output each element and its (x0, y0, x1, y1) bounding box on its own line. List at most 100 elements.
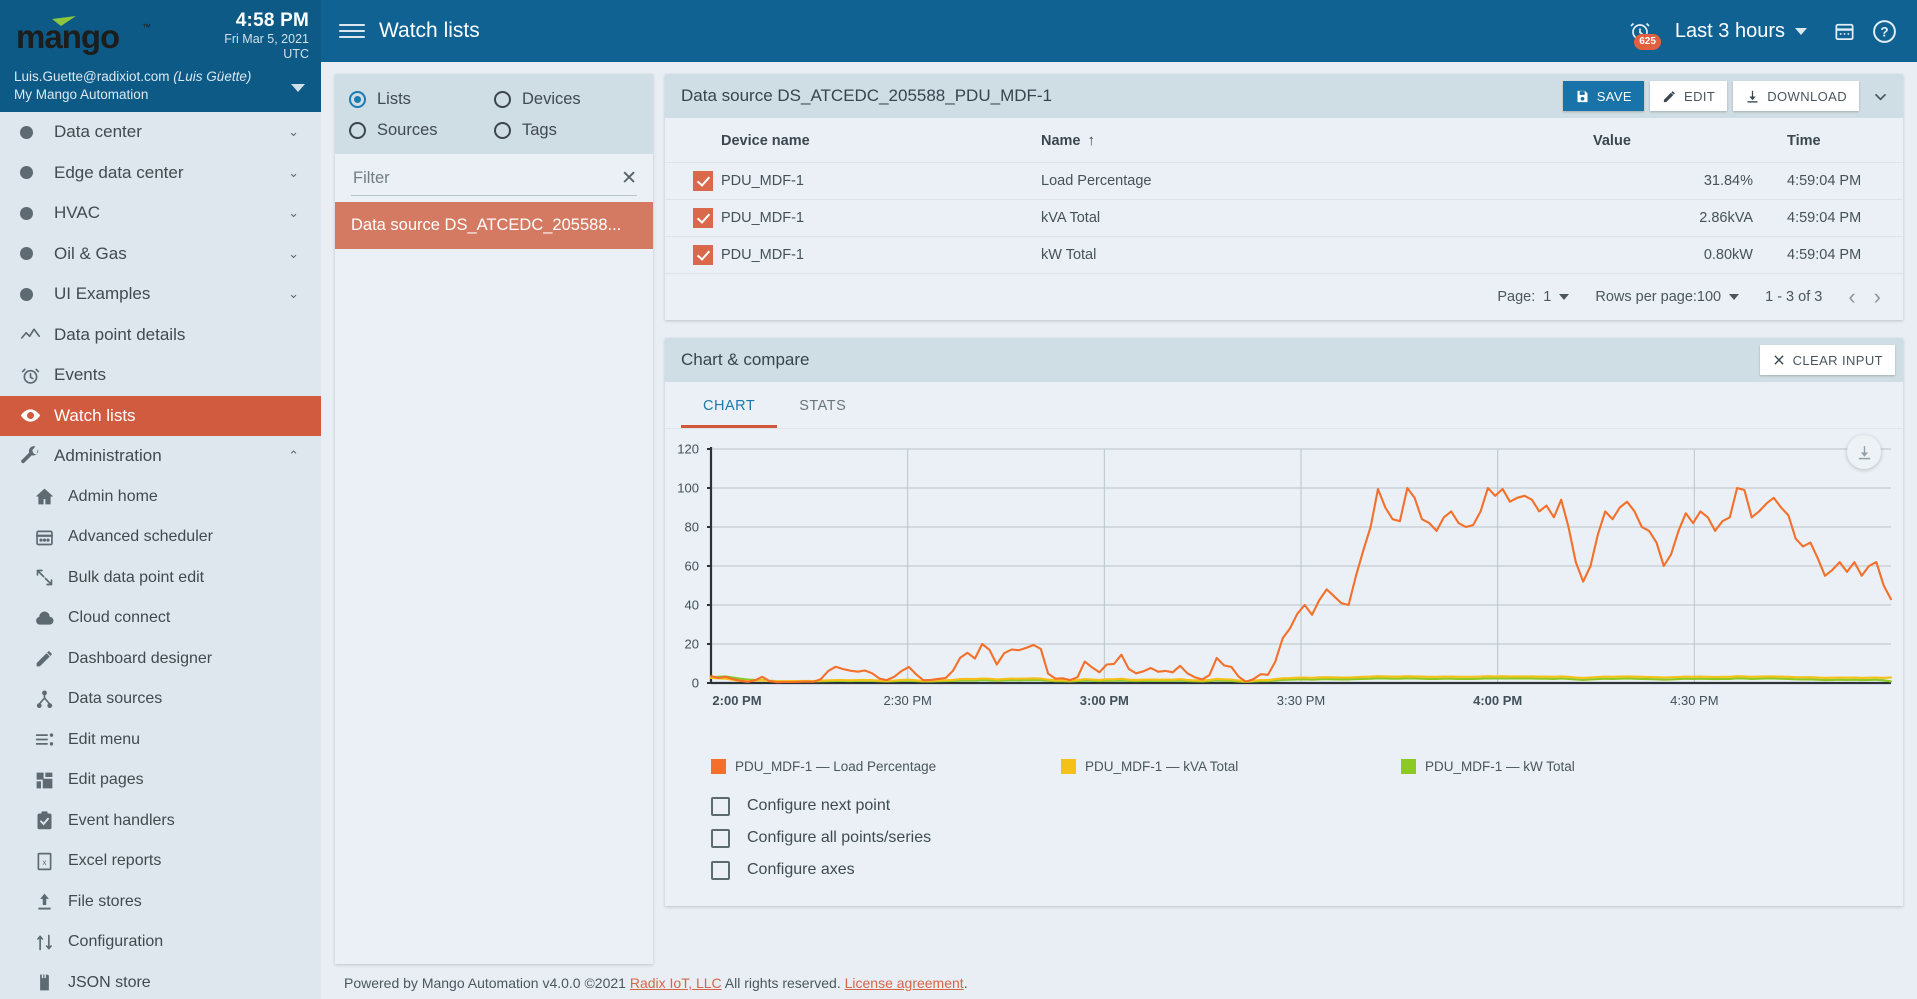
radio-indicator (349, 91, 366, 108)
sidebar-item-advanced-scheduler[interactable]: Advanced scheduler (0, 517, 321, 558)
select-all-header[interactable] (665, 118, 721, 163)
clock: 4:58 PM Fri Mar 5, 2021 UTC (224, 4, 309, 62)
checkbox-configure-next-point[interactable]: Configure next point (665, 790, 1903, 822)
sidebar-item-data-sources[interactable]: Data sources (0, 679, 321, 720)
legend-item[interactable]: PDU_MDF-1 — kW Total (1401, 759, 1661, 774)
watchlist-item-selected[interactable]: Data source DS_ATCEDC_205588... (335, 202, 653, 249)
page-selector[interactable]: Page: 1 (1497, 289, 1570, 305)
footer-link-company[interactable]: Radix IoT, LLC (630, 975, 722, 991)
chart-download-button[interactable] (1847, 435, 1881, 469)
previous-page-icon[interactable]: ‹ (1848, 286, 1855, 308)
sidebar-item-data-center[interactable]: Data center ⌄ (0, 112, 321, 153)
radio-devices[interactable]: Devices (494, 84, 639, 115)
chart-legend: PDU_MDF-1 — Load Percentage PDU_MDF-1 — k… (665, 743, 1903, 774)
checkbox-configure-all-points-series[interactable]: Configure all points/series (665, 822, 1903, 854)
svg-text:mango: mango (16, 18, 119, 55)
sidebar-item-json-store[interactable]: JSON store (0, 963, 321, 999)
dot-icon (20, 206, 54, 220)
sidebar-item-edit-pages[interactable]: Edit pages (0, 760, 321, 801)
sidebar-item-file-stores[interactable]: File stores (0, 882, 321, 923)
clear-input-button[interactable]: CLEAR INPUT (1759, 345, 1895, 375)
sidebar-item-event-handlers[interactable]: Event handlers (0, 801, 321, 842)
y-axis-tick-label: 40 (684, 597, 699, 613)
radio-label: Sources (377, 121, 438, 139)
sidebar-item-bulk-data-point-edit[interactable]: Bulk data point edit (0, 558, 321, 599)
help-button[interactable]: ? (1867, 14, 1901, 48)
y-axis-tick-label: 60 (684, 558, 699, 574)
cell-value: 0.80kW (1593, 236, 1753, 273)
row-checkbox[interactable] (665, 199, 721, 237)
more-options-chevron-down-icon[interactable] (1865, 81, 1895, 111)
time-range-label[interactable]: Last 3 hours (1675, 20, 1785, 43)
user-chevron-down-icon[interactable] (291, 84, 305, 92)
save-disk-icon (1577, 90, 1588, 102)
cell-time: 4:59:04 PM (1753, 236, 1903, 273)
chevron-down-icon[interactable]: ⌄ (288, 205, 299, 221)
sidebar-item-ui-examples[interactable]: UI Examples ⌄ (0, 274, 321, 315)
chart-compare-card: Chart & compare CLEAR INPUT CHART STATS 0… (665, 338, 1903, 906)
edit-button[interactable]: EDIT (1650, 81, 1728, 111)
sidebar-item-label: JSON store (68, 973, 151, 991)
table-row[interactable]: PDU_MDF-1 kW Total 0.80kW 4:59:04 PM (665, 236, 1903, 273)
chevron-down-icon[interactable]: ⌄ (288, 124, 299, 140)
pencil-icon (1663, 90, 1675, 102)
rows-per-page-selector[interactable]: Rows per page:100 (1595, 289, 1740, 305)
cell-time: 4:59:04 PM (1753, 162, 1903, 200)
sidebar-item-cloud-connect[interactable]: Cloud connect (0, 598, 321, 639)
column-header-name[interactable]: Name ↑ (1041, 118, 1593, 163)
save-button[interactable]: SAVE (1562, 81, 1645, 111)
chevron-down-icon[interactable]: ⌄ (288, 165, 299, 181)
footer-link-license[interactable]: License agreement (845, 975, 964, 991)
alarm-bell-button[interactable]: 625 (1623, 14, 1661, 50)
filter-input[interactable] (351, 168, 614, 189)
tab-stats[interactable]: STATS (777, 382, 868, 428)
sidebar-item-edge-data-center[interactable]: Edge data center ⌄ (0, 153, 321, 194)
sidebar-item-administration[interactable]: Administration ⌃ (0, 436, 321, 477)
menu-toggle-icon[interactable] (339, 21, 365, 41)
time-range-chevron-down-icon[interactable] (1795, 27, 1807, 35)
column-header-value[interactable]: Value (1593, 118, 1753, 163)
bulk-edit-icon (34, 567, 68, 588)
sidebar-item-dashboard-designer[interactable]: Dashboard designer (0, 639, 321, 680)
close-icon (1774, 355, 1784, 365)
column-header-device-name[interactable]: Device name (721, 118, 1041, 163)
help-circle-icon: ? (1872, 19, 1896, 43)
sidebar-item-admin-home[interactable]: Admin home (0, 477, 321, 518)
sidebar-item-watch-lists[interactable]: Watch lists (0, 395, 321, 436)
sidebar-item-data-point-details[interactable]: Data point details (0, 315, 321, 356)
user-account-strip[interactable]: Luis.Guette@radixiot.com (Luis Güette) M… (0, 62, 321, 112)
radio-sources[interactable]: Sources (349, 115, 494, 146)
next-page-icon[interactable]: › (1874, 286, 1881, 308)
sidebar-item-hvac[interactable]: HVAC ⌄ (0, 193, 321, 234)
x-axis-tick-label: 2:00 PM (712, 693, 762, 708)
row-checkbox[interactable] (665, 162, 721, 200)
download-button[interactable]: DOWNLOAD (1733, 81, 1859, 111)
radio-lists[interactable]: Lists (349, 84, 494, 115)
chevron-up-icon[interactable]: ⌃ (288, 448, 299, 464)
chevron-down-icon[interactable]: ⌄ (288, 286, 299, 302)
sidebar-item-label: Data point details (54, 324, 186, 344)
sidebar-item-oil-gas[interactable]: Oil & Gas ⌄ (0, 234, 321, 275)
checkbox-configure-axes[interactable]: Configure axes (665, 854, 1903, 886)
table-row[interactable]: PDU_MDF-1 kVA Total 2.86kVA 4:59:04 PM (665, 199, 1903, 237)
sidebar-item-configuration[interactable]: Configuration (0, 922, 321, 963)
top-bar: mango ™ 4:58 PM Fri Mar 5, 2021 UTC Watc… (0, 0, 1917, 62)
sidebar-nav: Data center ⌄ Edge data center ⌄ HVAC ⌄ Oil & … (0, 112, 321, 999)
tab-chart[interactable]: CHART (681, 382, 778, 428)
sidebar-item-edit-menu[interactable]: Edit menu (0, 720, 321, 761)
table-row[interactable]: PDU_MDF-1 Load Percentage 31.84% 4:59:04… (665, 162, 1903, 200)
sidebar-item-events[interactable]: Events (0, 355, 321, 396)
legend-item[interactable]: PDU_MDF-1 — kVA Total (1061, 759, 1321, 774)
chevron-down-icon[interactable]: ⌄ (288, 246, 299, 262)
calendar-button[interactable] (1827, 14, 1861, 48)
sidebar-item-excel-reports[interactable]: x Excel reports (0, 841, 321, 882)
svg-text:?: ? (1880, 24, 1888, 39)
footer-text-before: Powered by Mango Automation v4.0.0 ©2021 (344, 975, 630, 991)
legend-item[interactable]: PDU_MDF-1 — Load Percentage (711, 759, 971, 774)
filter-clear-icon[interactable]: ✕ (613, 169, 637, 188)
radio-tags[interactable]: Tags (494, 115, 639, 146)
column-header-time[interactable]: Time (1753, 118, 1903, 163)
cell-name: Load Percentage (1041, 162, 1593, 200)
footer-text-after: . (963, 975, 968, 991)
row-checkbox[interactable] (665, 236, 721, 273)
